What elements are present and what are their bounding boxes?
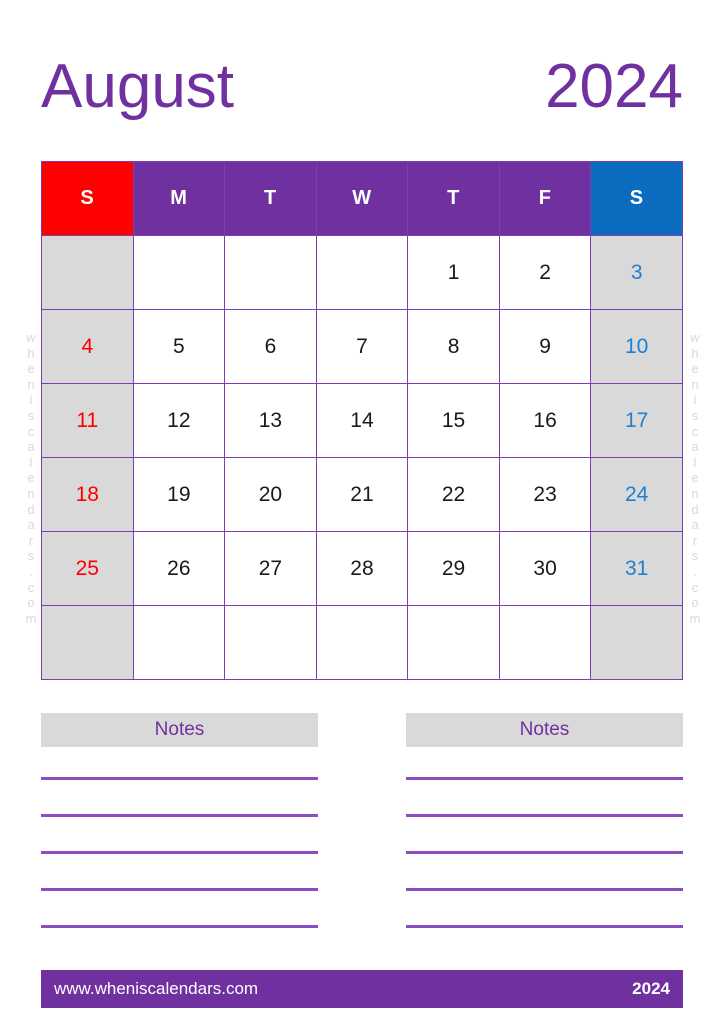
day-cell-4[interactable]: 4 [41,309,134,384]
day-cell-1[interactable]: 1 [407,235,500,310]
weekday-header-weekday-4: T [407,161,500,236]
day-cell-25[interactable]: 25 [41,531,134,606]
notes-line[interactable] [41,814,318,817]
notes-line[interactable] [406,888,683,891]
weekday-header-sunday-0: S [41,161,134,236]
day-cell-28[interactable]: 28 [315,531,409,606]
footer-year: 2024 [632,979,670,998]
calendar-body: 1 2 3 4 5 6 7 8 9 10 11 12 13 14 15 16 17 18 19 20 21 22 23 24 2… [41,235,683,680]
title-year: 2024 [545,52,683,121]
page-title: August 2024 [41,48,683,126]
notes-line[interactable] [41,777,318,780]
day-cell-11[interactable]: 11 [41,383,134,458]
day-cell-29[interactable]: 29 [407,531,500,606]
day-cell-empty [315,235,409,310]
calendar-page: wheniscalendars.com wheniscalendars.com … [0,0,724,1024]
weekday-header-weekday-5: F [498,161,592,236]
day-cell-3[interactable]: 3 [590,235,683,310]
weekday-header-weekday-2: T [224,161,317,236]
day-cell-17[interactable]: 17 [590,383,683,458]
day-cell-26[interactable]: 26 [132,531,226,606]
day-cell-10[interactable]: 10 [590,309,683,384]
notes-block-right: Notes [406,713,683,928]
day-cell-7[interactable]: 7 [315,309,409,384]
notes-line[interactable] [406,814,683,817]
notes-header-right: Notes [406,713,683,747]
day-cell-24[interactable]: 24 [590,457,683,532]
day-cell-12[interactable]: 12 [132,383,226,458]
day-cell-6[interactable]: 6 [224,309,317,384]
day-cell-23[interactable]: 23 [498,457,592,532]
calendar-week-row: 4 5 6 7 8 9 10 [41,309,683,384]
notes-line[interactable] [41,888,318,891]
day-cell-empty [224,605,317,680]
day-cell-empty [41,235,134,310]
day-cell-empty [132,605,226,680]
notes-block-left: Notes [41,713,318,928]
title-month: August [41,52,235,121]
day-cell-14[interactable]: 14 [315,383,409,458]
day-cell-16[interactable]: 16 [498,383,592,458]
day-cell-empty [224,235,317,310]
notes-lines-right[interactable] [406,777,683,928]
day-cell-empty [315,605,409,680]
weekday-header-saturday-6: S [590,161,683,236]
weekday-header-weekday-1: M [132,161,226,236]
calendar-week-row: 25 26 27 28 29 30 31 [41,531,683,606]
day-cell-empty [407,605,500,680]
weekday-header-row: SMTWTFS [41,161,683,236]
day-cell-19[interactable]: 19 [132,457,226,532]
notes-line[interactable] [406,777,683,780]
day-cell-13[interactable]: 13 [224,383,317,458]
footer-bar: www.wheniscalendars.com 2024 [41,970,683,1008]
notes-line[interactable] [41,925,318,928]
notes-title-right: Notes [519,719,570,740]
day-cell-22[interactable]: 22 [407,457,500,532]
notes-line[interactable] [406,925,683,928]
notes-title-left: Notes [154,719,205,740]
watermark-right: wheniscalendars.com [689,330,701,626]
watermark-left: wheniscalendars.com [25,330,37,626]
weekday-header-weekday-3: W [315,161,409,236]
day-cell-empty [498,605,592,680]
notes-line[interactable] [406,851,683,854]
calendar-week-row: 123 [41,235,683,310]
day-cell-21[interactable]: 21 [315,457,409,532]
calendar-week-row: 11 12 13 14 15 16 17 [41,383,683,458]
day-cell-empty [41,605,134,680]
day-cell-8[interactable]: 8 [407,309,500,384]
day-cell-5[interactable]: 5 [132,309,226,384]
notes-lines-left[interactable] [41,777,318,928]
day-cell-27[interactable]: 27 [224,531,317,606]
day-cell-empty [132,235,226,310]
day-cell-31[interactable]: 31 [590,531,683,606]
day-cell-18[interactable]: 18 [41,457,134,532]
day-cell-15[interactable]: 15 [407,383,500,458]
calendar-week-row: 18 19 20 21 22 23 24 [41,457,683,532]
calendar-grid: SMTWTFS 1 2 3 4 5 6 7 8 9 10 11 12 13 14 15 16 17 18 19 20 2… [41,161,683,680]
notes-header-left: Notes [41,713,318,747]
day-cell-30[interactable]: 30 [498,531,592,606]
footer-website-link[interactable]: www.wheniscalendars.com [54,979,258,999]
day-cell-20[interactable]: 20 [224,457,317,532]
notes-line[interactable] [41,851,318,854]
day-cell-2[interactable]: 2 [498,235,592,310]
day-cell-9[interactable]: 9 [498,309,592,384]
day-cell-empty [590,605,683,680]
calendar-week-row [41,605,683,680]
